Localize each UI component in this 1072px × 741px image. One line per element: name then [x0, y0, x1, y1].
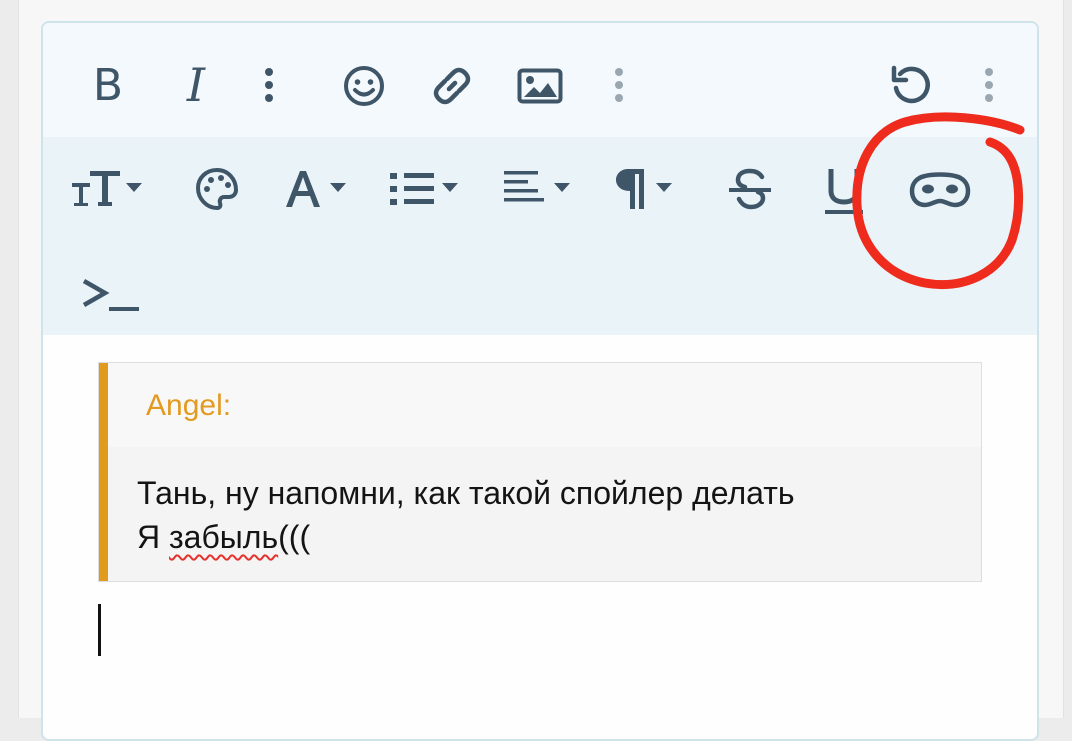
- text-cursor: [98, 604, 101, 656]
- link-button[interactable]: [427, 61, 477, 111]
- quote-line-2: Я забыль(((: [137, 515, 795, 559]
- pilcrow-icon: [616, 169, 672, 209]
- bold-button[interactable]: B: [85, 57, 131, 113]
- bold-label: B: [92, 59, 124, 111]
- spoiler-button[interactable]: [907, 167, 973, 213]
- smiley-face-icon: [344, 66, 384, 106]
- text-size-icon: [72, 171, 142, 206]
- palette-icon: [195, 167, 239, 211]
- align-left-icon: [504, 171, 570, 202]
- image-button[interactable]: [513, 63, 567, 109]
- more-options-button[interactable]: [977, 65, 1001, 105]
- quote-line-1: Тань, ну напомни, как такой спойлер дела…: [137, 475, 795, 511]
- list-dropdown[interactable]: [385, 163, 467, 215]
- image-icon: [517, 68, 563, 104]
- quote-header: Angel:: [108, 363, 981, 447]
- undo-button[interactable]: [885, 59, 937, 111]
- letter-a-icon: [286, 171, 346, 207]
- vertical-ellipsis-icon: [985, 68, 993, 102]
- undo-arrow-icon: [891, 65, 930, 104]
- code-inline-button[interactable]: [77, 269, 143, 321]
- align-dropdown[interactable]: [499, 163, 581, 215]
- terminal-prompt-icon: [82, 279, 139, 311]
- mask-icon: [909, 172, 971, 208]
- toolbar-row-secondary: [43, 137, 1037, 335]
- quote-line-2-prefix: Я: [137, 519, 169, 555]
- vertical-ellipsis-icon: [265, 68, 273, 102]
- italic-label: I: [186, 58, 206, 112]
- more-text-options-button[interactable]: [257, 65, 281, 105]
- quote-block: Angel: Тань, ну напомни, как такой спойл…: [98, 362, 982, 582]
- font-family-dropdown[interactable]: [279, 163, 359, 215]
- underline-icon: [825, 169, 863, 214]
- strikethrough-button[interactable]: [723, 163, 777, 215]
- vertical-ellipsis-icon: [615, 68, 623, 102]
- more-insert-options-button[interactable]: [607, 65, 631, 105]
- italic-button[interactable]: I: [173, 57, 219, 113]
- underline-button[interactable]: [817, 163, 871, 219]
- paragraph-dropdown[interactable]: [611, 163, 683, 215]
- emoji-button[interactable]: [339, 61, 389, 111]
- strikethrough-icon: [729, 168, 771, 210]
- misspelled-word[interactable]: забыль: [169, 519, 278, 555]
- chain-link-icon: [433, 67, 471, 105]
- quote-author[interactable]: Angel:: [146, 389, 231, 423]
- toolbar-row-primary: B I: [43, 23, 1037, 137]
- font-size-dropdown[interactable]: [69, 163, 151, 213]
- quote-content: Тань, ну напомни, как такой спойлер дела…: [137, 471, 795, 559]
- quote-line-2-suffix: (((: [278, 519, 311, 555]
- bulleted-list-icon: [390, 173, 458, 205]
- quote-accent-bar: [99, 363, 108, 581]
- text-color-button[interactable]: [191, 163, 243, 215]
